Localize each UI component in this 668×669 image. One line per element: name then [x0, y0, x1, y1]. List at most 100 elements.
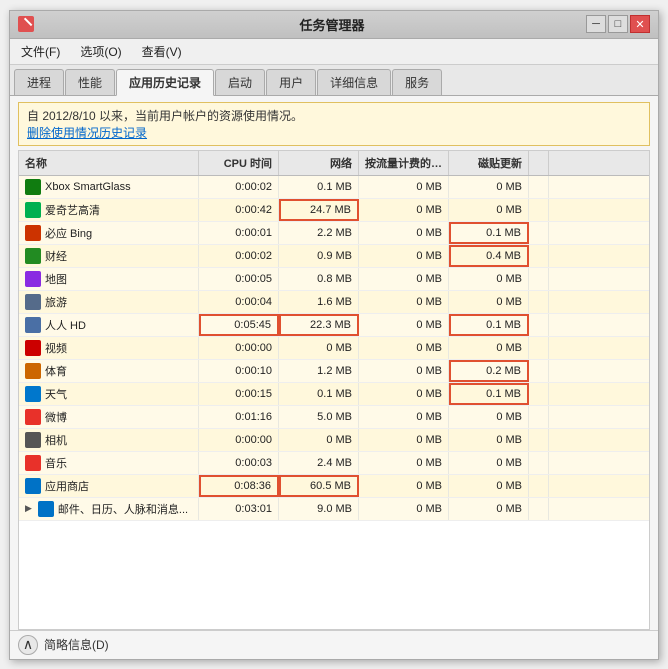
cell-tile: 0.1 MB [449, 222, 529, 244]
cell-scroll-space [529, 176, 549, 198]
cell-cpu: 0:00:42 [199, 199, 279, 221]
cell-tile: 0 MB [449, 291, 529, 313]
cell-cpu: 0:00:00 [199, 337, 279, 359]
cell-metered: 0 MB [359, 429, 449, 451]
menu-file[interactable]: 文件(F) [16, 41, 65, 62]
table-row[interactable]: 人人 HD0:05:4522.3 MB0 MB0.1 MB [19, 314, 649, 337]
cell-tile: 0 MB [449, 268, 529, 290]
table-row[interactable]: 音乐0:00:032.4 MB0 MB0 MB [19, 452, 649, 475]
cell-cpu: 0:00:03 [199, 452, 279, 474]
cell-name: Xbox SmartGlass [19, 176, 199, 198]
cell-network: 60.5 MB [279, 475, 359, 497]
cell-metered: 0 MB [359, 360, 449, 382]
col-metered[interactable]: 按流量计费的网... [359, 151, 449, 175]
cell-name: 爱奇艺高清 [19, 199, 199, 221]
tab-performance[interactable]: 性能 [65, 69, 115, 95]
tab-startup[interactable]: 启动 [215, 69, 265, 95]
cell-metered: 0 MB [359, 337, 449, 359]
table-row[interactable]: 视频0:00:000 MB0 MB0 MB [19, 337, 649, 360]
minimize-button[interactable]: ─ [586, 15, 606, 33]
table-row[interactable]: ▶邮件、日历、人脉和消息...0:03:019.0 MB0 MB0 MB [19, 498, 649, 521]
cell-name: 体育 [19, 360, 199, 382]
cell-name: 财经 [19, 245, 199, 267]
status-label: 简略信息(D) [44, 636, 109, 653]
col-name[interactable]: 名称 [19, 151, 199, 175]
cell-tile: 0 MB [449, 199, 529, 221]
tab-app-history[interactable]: 应用历史记录 [116, 69, 214, 96]
menu-view[interactable]: 查看(V) [137, 41, 187, 62]
maximize-button[interactable]: □ [608, 15, 628, 33]
cell-scroll-space [529, 222, 549, 244]
info-text: 自 2012/8/10 以来，当前用户帐户的资源使用情况。 [27, 109, 303, 123]
cell-scroll-space [529, 314, 549, 336]
table-row[interactable]: Xbox SmartGlass0:00:020.1 MB0 MB0 MB [19, 176, 649, 199]
col-cpu[interactable]: CPU 时间 [199, 151, 279, 175]
cell-metered: 0 MB [359, 222, 449, 244]
cell-cpu: 0:00:04 [199, 291, 279, 313]
tab-processes[interactable]: 进程 [14, 69, 64, 95]
cell-cpu: 0:01:16 [199, 406, 279, 428]
col-network[interactable]: 网络 [279, 151, 359, 175]
close-button[interactable]: ✕ [630, 15, 650, 33]
cell-name: 相机 [19, 429, 199, 451]
cell-metered: 0 MB [359, 199, 449, 221]
cell-cpu: 0:00:10 [199, 360, 279, 382]
cell-scroll-space [529, 360, 549, 382]
info-bar: 自 2012/8/10 以来，当前用户帐户的资源使用情况。 删除使用情况历史记录 [18, 102, 650, 146]
cell-cpu: 0:00:15 [199, 383, 279, 405]
cell-scroll-space [529, 383, 549, 405]
cell-metered: 0 MB [359, 383, 449, 405]
cell-name: 地图 [19, 268, 199, 290]
table-row[interactable]: 财经0:00:020.9 MB0 MB0.4 MB [19, 245, 649, 268]
tab-users[interactable]: 用户 [266, 69, 316, 95]
expand-collapse-button[interactable]: ∧ [18, 635, 38, 655]
cell-name: 应用商店 [19, 475, 199, 497]
table-row[interactable]: 必应 Bing0:00:012.2 MB0 MB0.1 MB [19, 222, 649, 245]
col-scroll-space [529, 151, 549, 175]
table-row[interactable]: 地图0:00:050.8 MB0 MB0 MB [19, 268, 649, 291]
cell-name: 天气 [19, 383, 199, 405]
cell-name: 音乐 [19, 452, 199, 474]
tab-services[interactable]: 服务 [392, 69, 442, 95]
cell-metered: 0 MB [359, 176, 449, 198]
cell-metered: 0 MB [359, 245, 449, 267]
cell-tile: 0.1 MB [449, 383, 529, 405]
cell-scroll-space [529, 498, 549, 520]
cell-network: 0.1 MB [279, 383, 359, 405]
window-controls: ─ □ ✕ [586, 15, 650, 33]
delete-history-link[interactable]: 删除使用情况历史记录 [27, 126, 147, 140]
cell-tile: 0 MB [449, 406, 529, 428]
cell-scroll-space [529, 452, 549, 474]
cell-scroll-space [529, 268, 549, 290]
cell-cpu: 0:00:00 [199, 429, 279, 451]
table-row[interactable]: 体育0:00:101.2 MB0 MB0.2 MB [19, 360, 649, 383]
col-tile[interactable]: 磁贴更新 [449, 151, 529, 175]
main-window: 任务管理器 ─ □ ✕ 文件(F) 选项(O) 查看(V) 进程 性能 应用历史… [9, 10, 659, 660]
cell-network: 0.9 MB [279, 245, 359, 267]
cell-scroll-space [529, 429, 549, 451]
cell-scroll-space [529, 245, 549, 267]
cell-name: ▶邮件、日历、人脉和消息... [19, 498, 199, 520]
table-row[interactable]: 微博0:01:165.0 MB0 MB0 MB [19, 406, 649, 429]
cell-cpu: 0:00:02 [199, 245, 279, 267]
cell-network: 5.0 MB [279, 406, 359, 428]
cell-network: 9.0 MB [279, 498, 359, 520]
table-row[interactable]: 相机0:00:000 MB0 MB0 MB [19, 429, 649, 452]
cell-network: 0 MB [279, 337, 359, 359]
menu-options[interactable]: 选项(O) [75, 41, 126, 62]
tab-details[interactable]: 详细信息 [317, 69, 391, 95]
cell-name: 人人 HD [19, 314, 199, 336]
cell-metered: 0 MB [359, 314, 449, 336]
cell-network: 24.7 MB [279, 199, 359, 221]
table-row[interactable]: 应用商店0:08:3660.5 MB0 MB0 MB [19, 475, 649, 498]
cell-tile: 0 MB [449, 452, 529, 474]
table-body: Xbox SmartGlass0:00:020.1 MB0 MB0 MB爱奇艺高… [19, 176, 649, 629]
menu-bar: 文件(F) 选项(O) 查看(V) [10, 39, 658, 65]
table-row[interactable]: 爱奇艺高清0:00:4224.7 MB0 MB0 MB [19, 199, 649, 222]
cell-tile: 0.1 MB [449, 314, 529, 336]
table-row[interactable]: 旅游0:00:041.6 MB0 MB0 MB [19, 291, 649, 314]
table-row[interactable]: 天气0:00:150.1 MB0 MB0.1 MB [19, 383, 649, 406]
tab-bar: 进程 性能 应用历史记录 启动 用户 详细信息 服务 [10, 65, 658, 96]
cell-name: 视频 [19, 337, 199, 359]
cell-name: 旅游 [19, 291, 199, 313]
